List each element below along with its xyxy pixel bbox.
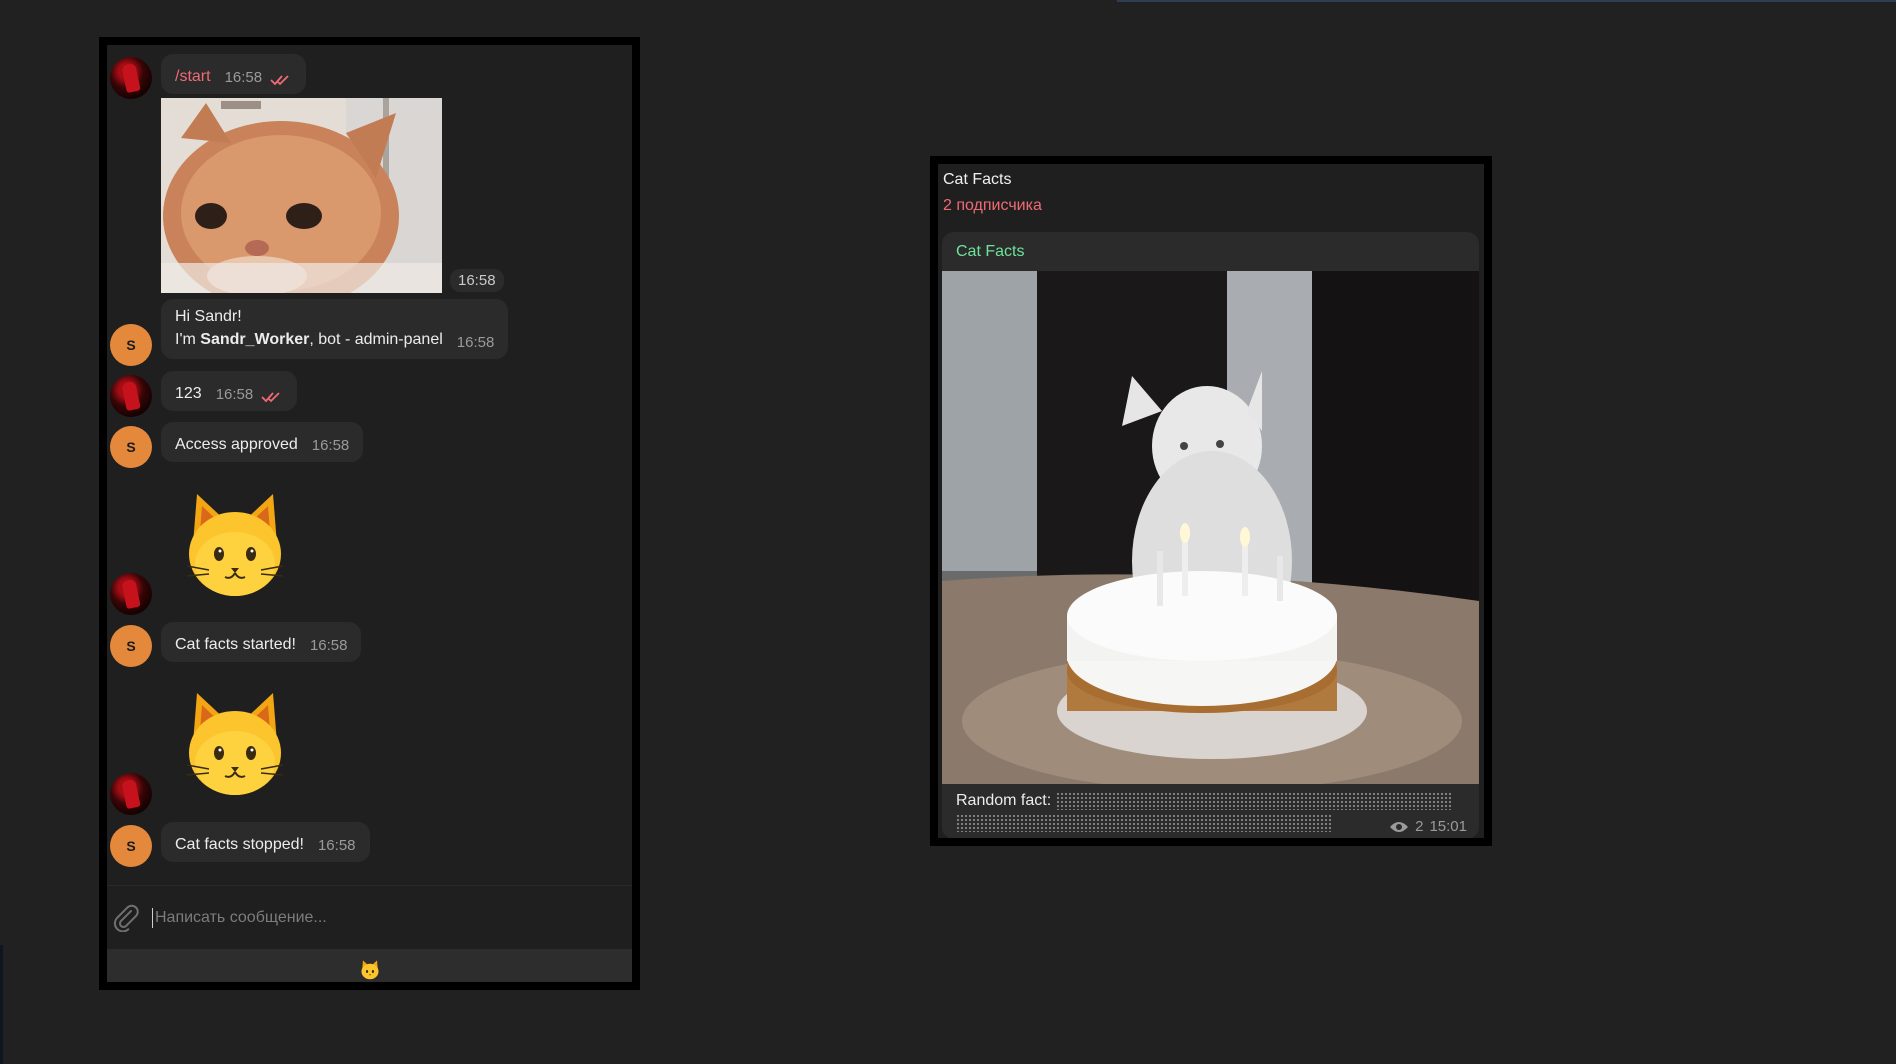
message-text: Cat facts stopped! [175, 836, 304, 853]
message-time: 16:58 [317, 837, 356, 854]
message-input[interactable] [155, 902, 595, 934]
post-meta: 2 15:01 [1389, 818, 1467, 835]
left-edge-strip [0, 945, 3, 1064]
message-time: 16:58 [309, 637, 348, 654]
user-avatar[interactable] [110, 57, 152, 99]
bot-chat-panel: /start 16:58 16:58 S Hi Sandr! I'm Sandr… [99, 37, 640, 990]
bot-avatar[interactable]: S [110, 625, 152, 667]
message-start[interactable]: /start 16:58 [161, 54, 307, 94]
user-avatar[interactable] [110, 773, 152, 815]
paperclip-icon[interactable] [111, 902, 141, 932]
media-time: 16:58 [450, 269, 504, 292]
post-author[interactable]: Cat Facts [956, 243, 1024, 261]
greeting-line-1: Hi Sandr! [175, 308, 242, 325]
message-text[interactable]: /start [175, 68, 211, 86]
kitten-image [161, 98, 442, 293]
cat-emoji-icon [360, 959, 379, 979]
user-avatar[interactable] [110, 375, 152, 417]
message-text: Cat facts started! [175, 636, 296, 653]
message-composer [107, 885, 632, 949]
message-time: 16:58 [456, 334, 495, 351]
double-check-icon [261, 392, 280, 403]
keyboard-cat-button[interactable] [356, 956, 384, 983]
cat-with-cake-image [942, 271, 1479, 784]
post-views: 2 [1415, 818, 1424, 835]
message-cat-facts-started[interactable]: Cat facts started! 16:58 [161, 622, 362, 662]
top-accent-line [1117, 0, 1896, 2]
message-time: 16:58 [311, 437, 350, 454]
post-text: Random fact: [956, 792, 1451, 833]
user-avatar[interactable] [110, 573, 152, 615]
text-caret [152, 908, 153, 928]
message-text: 123 [175, 385, 202, 402]
greeting-line-2: I'm Sandr_Worker, bot - admin-panel [175, 331, 443, 348]
double-check-icon [270, 75, 289, 86]
cat-emoji-sticker[interactable] [185, 691, 285, 799]
message-time: 16:58 [215, 386, 254, 403]
reply-keyboard [107, 949, 632, 983]
channel-post[interactable]: Cat Facts Random fact: 2 15:01 [942, 232, 1479, 838]
bot-avatar[interactable]: S [110, 825, 152, 867]
spoiler-text[interactable] [1055, 792, 1451, 810]
cat-emoji-sticker[interactable] [185, 492, 285, 600]
message-text: Access approved [175, 436, 298, 453]
channel-panel: Cat Facts 2 подписчика Cat Facts Random … [930, 156, 1492, 846]
message-time: 16:58 [224, 69, 263, 86]
birthday-cat-video[interactable] [942, 271, 1479, 784]
bot-avatar[interactable]: S [110, 426, 152, 468]
cat-video-message[interactable] [161, 98, 442, 293]
message-cat-facts-stopped[interactable]: Cat facts stopped! 16:58 [161, 822, 370, 862]
bot-avatar[interactable]: S [110, 324, 152, 366]
message-access[interactable]: Access approved 16:58 [161, 422, 364, 462]
random-fact-label: Random fact: [956, 792, 1052, 810]
channel-subscribers: 2 подписчика [943, 197, 1042, 214]
eye-icon [1390, 821, 1409, 832]
spoiler-text[interactable] [956, 814, 1331, 833]
channel-title[interactable]: Cat Facts [943, 171, 1011, 189]
message-greeting[interactable]: Hi Sandr! I'm Sandr_Worker, bot - admin-… [161, 299, 509, 359]
post-time: 15:01 [1429, 818, 1467, 835]
message-123[interactable]: 123 16:58 [161, 371, 298, 411]
